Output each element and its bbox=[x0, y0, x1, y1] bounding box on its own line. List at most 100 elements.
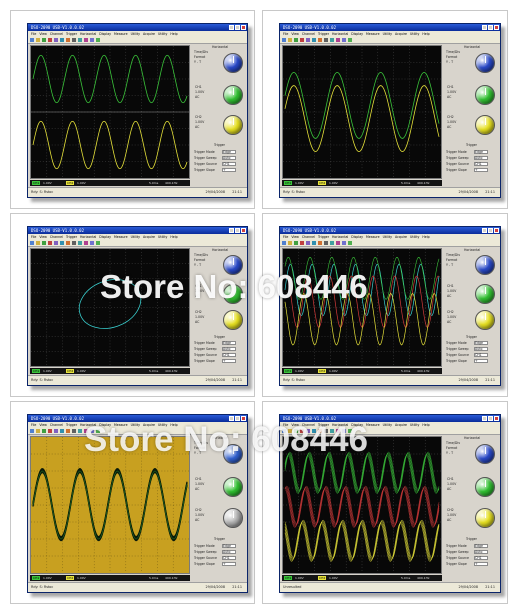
title-bar[interactable]: DSO-2090 USB-V1.0.0.02 bbox=[280, 24, 500, 31]
toolbar-button-icon[interactable] bbox=[54, 38, 58, 42]
title-bar[interactable]: DSO-2090 USB-V1.0.0.02 bbox=[280, 227, 500, 234]
toolbar-button-icon[interactable] bbox=[342, 241, 346, 245]
toolbar-button-icon[interactable] bbox=[324, 241, 328, 245]
toolbar-button-icon[interactable] bbox=[96, 38, 100, 42]
close-button[interactable] bbox=[494, 25, 499, 30]
toolbar-button-icon[interactable] bbox=[72, 241, 76, 245]
time-div-knob[interactable] bbox=[223, 53, 243, 74]
toolbar-button-icon[interactable] bbox=[282, 38, 286, 42]
ch1-volt-knob[interactable] bbox=[223, 85, 243, 106]
scope-screen[interactable] bbox=[30, 45, 190, 179]
toolbar-button-icon[interactable] bbox=[306, 38, 310, 42]
close-button[interactable] bbox=[241, 25, 246, 30]
toolbar-button-icon[interactable] bbox=[282, 241, 286, 245]
volt-div-value: 1.00V bbox=[447, 90, 457, 95]
minimize-button[interactable] bbox=[229, 25, 234, 30]
toolbar-button-icon[interactable] bbox=[30, 38, 34, 42]
ch1-volt-knob[interactable] bbox=[475, 85, 495, 106]
toolbar-button-icon[interactable] bbox=[288, 241, 292, 245]
toolbar-button-icon[interactable] bbox=[48, 38, 52, 42]
scope-screen[interactable] bbox=[30, 248, 190, 367]
status-bar: Rdy: S: Rstoc 29/04/2008 21:11 bbox=[280, 375, 500, 385]
minimize-button[interactable] bbox=[482, 25, 487, 30]
toolbar-button-icon[interactable] bbox=[342, 38, 346, 42]
maximize-button[interactable] bbox=[235, 25, 240, 30]
toolbar-button-icon[interactable] bbox=[30, 429, 34, 433]
ch2-volt-knob[interactable] bbox=[223, 507, 243, 528]
toolbar-button-icon[interactable] bbox=[330, 241, 334, 245]
toolbar-button-icon[interactable] bbox=[84, 241, 88, 245]
ch1-volt-knob[interactable] bbox=[475, 477, 495, 498]
close-button[interactable] bbox=[241, 228, 246, 233]
toolbar-button-icon[interactable] bbox=[36, 241, 40, 245]
toolbar-button-icon[interactable] bbox=[36, 429, 40, 433]
toolbar-button-icon[interactable] bbox=[90, 38, 94, 42]
toolbar-button-icon[interactable] bbox=[294, 38, 298, 42]
toolbar-button-icon[interactable] bbox=[336, 241, 340, 245]
minimize-button[interactable] bbox=[482, 228, 487, 233]
horizontal-section-label: Horizontal bbox=[464, 436, 481, 440]
minimize-button[interactable] bbox=[229, 228, 234, 233]
maximize-button[interactable] bbox=[235, 228, 240, 233]
ch2-volt-knob[interactable] bbox=[475, 114, 495, 135]
toolbar-button-icon[interactable] bbox=[42, 241, 46, 245]
toolbar-button-icon[interactable] bbox=[324, 38, 328, 42]
scope-screen[interactable] bbox=[282, 45, 442, 179]
toolbar-button-icon[interactable] bbox=[60, 38, 64, 42]
toolbar-button-icon[interactable] bbox=[78, 429, 82, 433]
close-button[interactable] bbox=[494, 416, 499, 421]
time-div-knob[interactable] bbox=[475, 53, 495, 74]
toolbar-button-icon[interactable] bbox=[294, 241, 298, 245]
title-bar[interactable]: DSO-2090 USB-V1.0.0.02 bbox=[28, 227, 247, 234]
toolbar-button-icon[interactable] bbox=[348, 38, 352, 42]
toolbar-button-icon[interactable] bbox=[96, 241, 100, 245]
toolbar-button-icon[interactable] bbox=[90, 241, 94, 245]
maximize-button[interactable] bbox=[488, 25, 493, 30]
minimize-button[interactable] bbox=[482, 416, 487, 421]
title-bar[interactable]: DSO-2090 USB-V1.0.0.02 bbox=[28, 24, 247, 31]
toolbar-button-icon[interactable] bbox=[42, 429, 46, 433]
toolbar-button-icon[interactable] bbox=[336, 38, 340, 42]
toolbar-button-icon[interactable] bbox=[66, 241, 70, 245]
time-div-knob[interactable] bbox=[475, 255, 495, 276]
toolbar-button-icon[interactable] bbox=[78, 38, 82, 42]
toolbar-button-icon[interactable] bbox=[318, 241, 322, 245]
toolbar-button-icon[interactable] bbox=[30, 241, 34, 245]
toolbar-button-icon[interactable] bbox=[312, 38, 316, 42]
toolbar-button-icon[interactable] bbox=[330, 38, 334, 42]
toolbar-button-icon[interactable] bbox=[312, 241, 316, 245]
control-panel: Horizontal Time/Div Format Y - T CH1 1.00V AC C… bbox=[192, 248, 247, 367]
status-date: 29/04/2008 bbox=[205, 378, 225, 382]
time-div-knob[interactable] bbox=[475, 444, 495, 465]
toolbar-button-icon[interactable] bbox=[66, 429, 70, 433]
toolbar-button-icon[interactable] bbox=[288, 38, 292, 42]
toolbar-button-icon[interactable] bbox=[66, 38, 70, 42]
toolbar-button-icon[interactable] bbox=[54, 241, 58, 245]
ch2-volt-knob[interactable] bbox=[223, 309, 243, 330]
ch1-volt-knob[interactable] bbox=[223, 477, 243, 498]
toolbar-button-icon[interactable] bbox=[72, 38, 76, 42]
toolbar-button-icon[interactable] bbox=[318, 38, 322, 42]
toolbar-button-icon[interactable] bbox=[306, 241, 310, 245]
toolbar-button-icon[interactable] bbox=[48, 429, 52, 433]
toolbar-button-icon[interactable] bbox=[300, 38, 304, 42]
scope-screen[interactable] bbox=[282, 248, 442, 367]
toolbar-button-icon[interactable] bbox=[78, 241, 82, 245]
maximize-button[interactable] bbox=[488, 416, 493, 421]
ch2-volt-knob[interactable] bbox=[223, 114, 243, 135]
toolbar-button-icon[interactable] bbox=[60, 429, 64, 433]
toolbar-button-icon[interactable] bbox=[42, 38, 46, 42]
maximize-button[interactable] bbox=[488, 228, 493, 233]
toolbar-button-icon[interactable] bbox=[36, 38, 40, 42]
toolbar-button-icon[interactable] bbox=[48, 241, 52, 245]
toolbar-button-icon[interactable] bbox=[300, 241, 304, 245]
toolbar-button-icon[interactable] bbox=[60, 241, 64, 245]
ch2-volt-knob[interactable] bbox=[475, 309, 495, 330]
toolbar-button-icon[interactable] bbox=[72, 429, 76, 433]
close-button[interactable] bbox=[494, 228, 499, 233]
toolbar-button-icon[interactable] bbox=[84, 38, 88, 42]
ch2-volt-knob[interactable] bbox=[475, 507, 495, 528]
toolbar-button-icon[interactable] bbox=[348, 241, 352, 245]
ch1-volt-knob[interactable] bbox=[475, 283, 495, 304]
toolbar-button-icon[interactable] bbox=[54, 429, 58, 433]
